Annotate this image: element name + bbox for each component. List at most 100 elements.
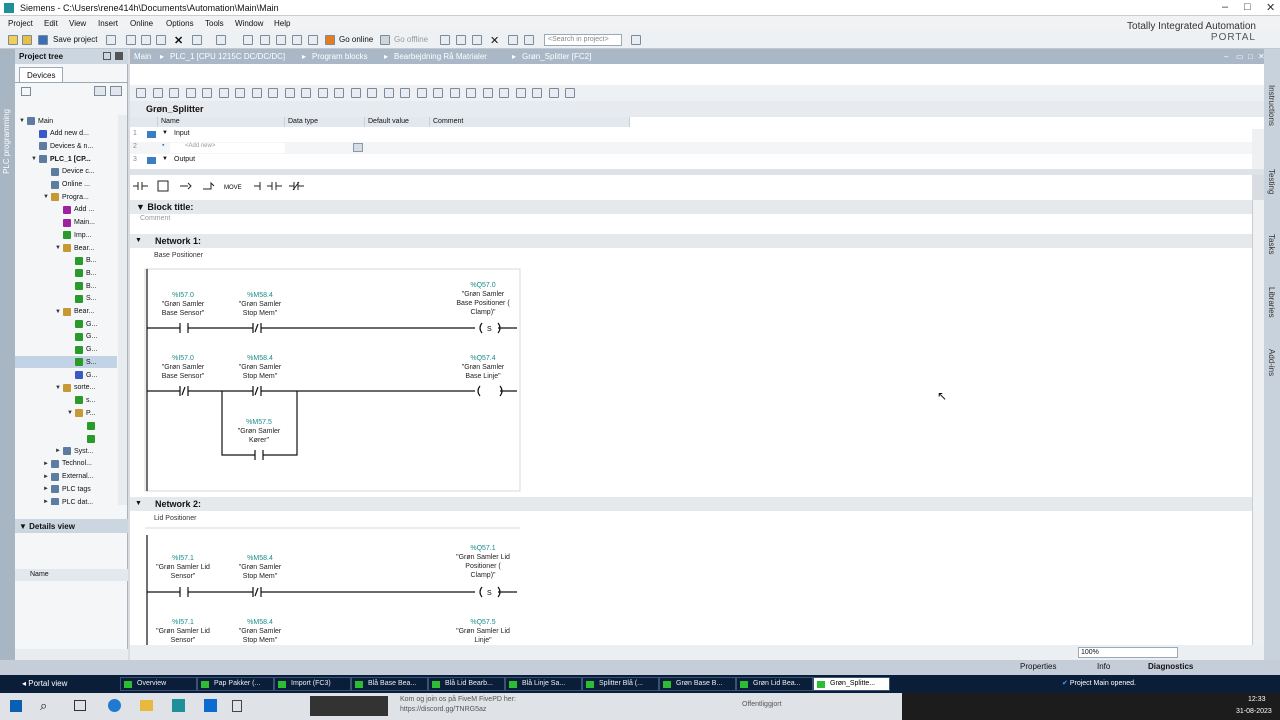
tree-item[interactable]: Online ...	[43, 179, 90, 191]
collapse-panel-icon[interactable]	[103, 52, 111, 60]
diagnostics-tab[interactable]: Diagnostics	[1148, 662, 1193, 671]
expand-arrow-icon[interactable]: ▼	[55, 385, 63, 391]
coil-n1-base-linje[interactable]: %Q57.4 "Grøn Samler Base Linje"	[448, 354, 518, 381]
editor-maximize-icon[interactable]: □	[1248, 52, 1253, 61]
tree-item[interactable]: ▼ sorte...	[55, 382, 95, 394]
expand-arrow-icon[interactable]: ▼	[55, 245, 63, 251]
tree-item[interactable]	[79, 433, 98, 445]
tree-item[interactable]: B...	[67, 280, 97, 292]
maximize-icon[interactable]: □	[1244, 1, 1251, 13]
tree-item[interactable]: B...	[67, 255, 97, 267]
redo-icon[interactable]	[216, 35, 226, 45]
undo-icon[interactable]	[192, 35, 202, 45]
simulate-icon[interactable]	[292, 35, 302, 45]
expand-arrow-icon[interactable]: ▼	[19, 118, 27, 124]
view-icon[interactable]	[110, 86, 122, 96]
tab-tasks[interactable]: Tasks	[1267, 234, 1276, 254]
menu-insert[interactable]: Insert	[98, 19, 118, 28]
datatype-picker-icon[interactable]	[353, 143, 363, 152]
expand-icon[interactable]: ▼	[162, 156, 168, 162]
ptab-import[interactable]: Import (FC3)	[274, 677, 351, 691]
contact-n1-5[interactable]: %M57.5 "Grøn Samler Kører"	[224, 418, 294, 445]
accessible-devices-icon[interactable]	[440, 35, 450, 45]
network1-comment[interactable]: Base Positioner	[154, 252, 203, 259]
iface-row-input[interactable]: 1 ▼ Input	[130, 129, 1264, 141]
paste-icon[interactable]	[156, 35, 166, 45]
menu-online[interactable]: Online	[130, 19, 153, 28]
close-all-icon[interactable]	[268, 88, 278, 98]
expand-arrow-icon[interactable]: ►	[43, 486, 51, 492]
iface-scrollbar[interactable]	[1252, 129, 1264, 169]
minimize-icon[interactable]: –	[1222, 1, 1228, 13]
tab-add-ins[interactable]: Add-ins	[1267, 349, 1276, 376]
menu-edit[interactable]: Edit	[44, 19, 58, 28]
save-icon[interactable]	[38, 35, 48, 45]
pin-panel-icon[interactable]	[115, 52, 123, 60]
start-icon[interactable]	[10, 700, 22, 712]
jump-icon[interactable]	[317, 88, 328, 98]
expand-arrow-icon[interactable]: ►	[43, 461, 51, 467]
monitor-icon[interactable]	[301, 88, 311, 98]
contact-n1-3[interactable]: %I57.0 "Grøn Samler Base Sensor"	[148, 354, 218, 381]
add-new-field[interactable]: <Add new>	[170, 143, 285, 153]
tree-scrollbar[interactable]	[118, 115, 127, 505]
iface-row-output[interactable]: 3 ▼ Output	[130, 155, 1264, 167]
start-cpu-icon[interactable]	[456, 35, 466, 45]
notepad-icon[interactable]	[232, 700, 242, 712]
ptab-overview[interactable]: Overview	[120, 677, 197, 691]
app-taskbar-icon[interactable]	[204, 699, 217, 712]
editor-minimize-icon[interactable]: –	[1224, 52, 1228, 61]
tree-item[interactable]: ► External...	[43, 471, 94, 483]
tree-item[interactable]: ▼ PLC_1 [CP...	[31, 153, 91, 165]
tree-item[interactable]: ▼ Bear...	[55, 306, 94, 318]
search-project-input[interactable]: <Search in project>	[544, 34, 622, 46]
network2-comment[interactable]: Lid Positioner	[154, 515, 196, 522]
tree-item[interactable]: Device c...	[43, 166, 95, 178]
ptab-bla-lid[interactable]: Blå Lid Bearb...	[428, 677, 505, 691]
network2-header[interactable]: ▼ Network 2:	[130, 497, 1252, 511]
tab-testing[interactable]: Testing	[1267, 169, 1276, 194]
ptab-gron-lid[interactable]: Grøn Lid Bea...	[736, 677, 813, 691]
tree-item[interactable]: Add new d...	[31, 128, 89, 140]
coil-n2-set[interactable]: %Q57.1 "Grøn Samler Lid Positioner (Clamp)…	[448, 544, 518, 580]
open-project-icon[interactable]	[22, 35, 32, 45]
delete-network-icon[interactable]	[152, 88, 163, 98]
ptab-splitter-bla[interactable]: Splitter Blå (...	[582, 677, 659, 691]
zoom-select[interactable]: 100%	[1078, 647, 1178, 658]
block-comment[interactable]: Comment	[140, 215, 170, 222]
new-project-icon[interactable]	[8, 35, 18, 45]
breakpoint-icon[interactable]	[466, 88, 476, 98]
tree-item[interactable]: Main...	[55, 217, 95, 229]
go-offline-button[interactable]: Go offline	[394, 35, 428, 44]
contact-n2-1[interactable]: %I57.1 "Grøn Samler Lid Sensor"	[148, 554, 218, 581]
expand-arrow-icon[interactable]: ►	[43, 499, 51, 505]
tree-item[interactable]: ▼ Bear...	[55, 242, 94, 254]
tree-item[interactable]: G...	[67, 344, 97, 356]
delete-icon[interactable]: ✕	[174, 34, 183, 47]
details-view-header[interactable]: ▼ Details view	[15, 519, 128, 533]
expand-arrow-icon[interactable]: ►	[43, 474, 51, 480]
contact-n2-3[interactable]: %I57.1 "Grøn Samler Lid Sensor"	[148, 618, 218, 645]
modify-icon[interactable]	[449, 88, 460, 98]
print-icon[interactable]	[106, 35, 116, 45]
plc-programming-strip[interactable]: PLC programming	[0, 49, 15, 660]
go-to-icon[interactable]	[350, 88, 361, 98]
tree-item[interactable]: B...	[67, 267, 97, 279]
coil-n1-set[interactable]: %Q57.0 "Grøn Samler Base Positioner (Clamp…	[448, 281, 518, 317]
tree-item[interactable]: s...	[67, 394, 95, 406]
search-icon[interactable]: ⌕	[40, 698, 47, 714]
force-icon[interactable]	[548, 88, 559, 98]
tree-item[interactable]: ▼ Progra...	[43, 191, 89, 203]
expand-arrow-icon[interactable]: ▼	[31, 156, 39, 162]
tree-item[interactable]: ► PLC dat...	[43, 496, 93, 505]
tree-item[interactable]: G...	[67, 369, 97, 381]
info-tab[interactable]: Info	[1097, 662, 1110, 671]
glasses-icon[interactable]	[532, 88, 542, 98]
expand-arrow-icon[interactable]: ▼	[55, 309, 63, 315]
expand-arrow-icon[interactable]: ▼	[43, 194, 51, 200]
stop-sim-icon[interactable]	[308, 35, 318, 45]
tree-item[interactable]: S...	[67, 293, 97, 305]
editor-restore-icon[interactable]: ▭	[1236, 52, 1244, 61]
go-online-icon[interactable]	[325, 35, 335, 45]
network1-header[interactable]: ▼ Network 1:	[130, 234, 1252, 248]
